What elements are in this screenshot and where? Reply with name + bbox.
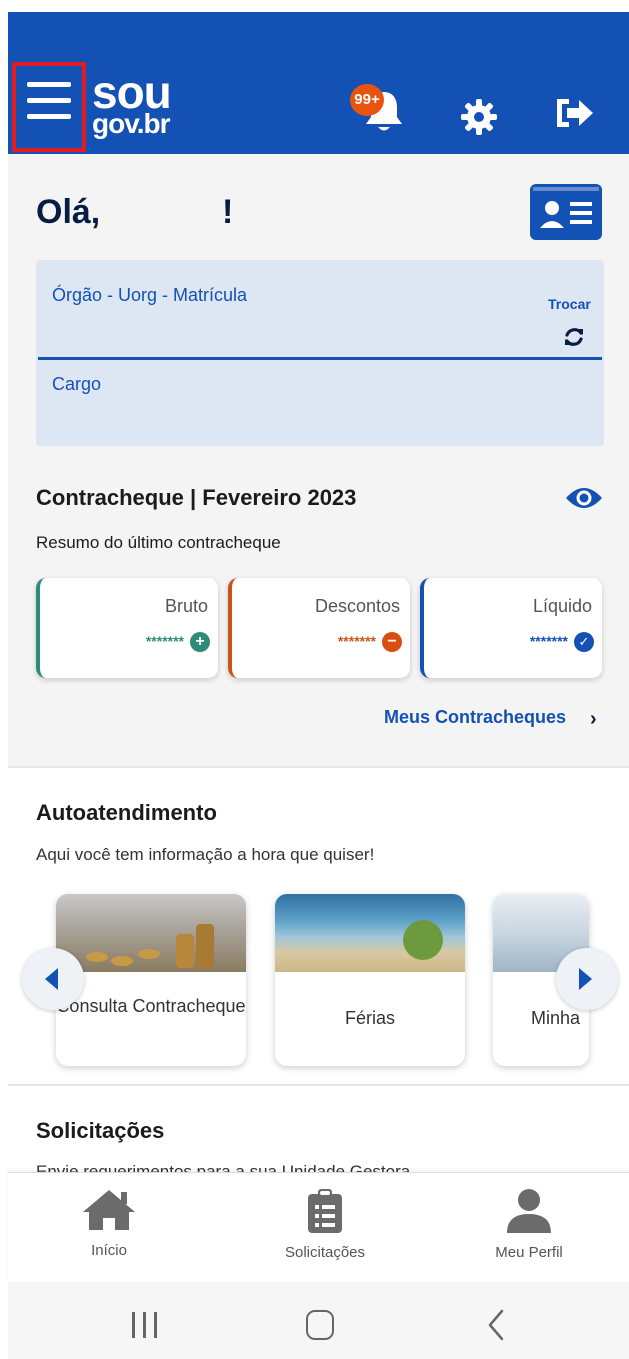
nav-profile-label: Meu Perfil — [495, 1244, 563, 1261]
paycheck-title: Contracheque | Fevereiro 2023 — [36, 485, 357, 510]
sougov-logo: sou gov.br — [92, 66, 172, 139]
hamburger-menu-icon[interactable] — [27, 82, 71, 122]
tile-ferias[interactable]: Férias — [275, 894, 465, 1066]
nav-requests-label: Solicitações — [284, 1244, 366, 1261]
home-button[interactable] — [306, 1310, 334, 1340]
minus-circle-icon: − — [382, 632, 402, 652]
logo-line2: gov.br — [92, 108, 170, 139]
self-service-subtitle: Aqui você tem informação a hora que quis… — [36, 845, 375, 864]
arrow-right-icon — [579, 968, 592, 990]
greeting-exclamation: ! — [222, 193, 234, 231]
deductions-value: ******* — [337, 633, 376, 649]
refresh-icon[interactable] — [562, 325, 586, 349]
my-paychecks-link[interactable]: Meus Contracheques — [384, 707, 566, 728]
org-label: Órgão - Uorg - Matrícula — [52, 285, 248, 305]
logout-icon[interactable] — [553, 95, 597, 131]
gross-value: ******* — [145, 633, 184, 649]
id-card-icon[interactable] — [530, 184, 602, 240]
cargo-label: Cargo — [52, 374, 102, 394]
net-value: ******* — [529, 633, 568, 649]
plus-circle-icon: + — [190, 632, 210, 652]
gear-icon[interactable] — [460, 98, 498, 136]
chevron-right-icon[interactable]: › — [590, 708, 597, 731]
carousel-next-button[interactable] — [556, 948, 618, 1010]
self-service-title: Autoatendimento — [36, 800, 217, 825]
requests-title: Solicitações — [36, 1118, 165, 1143]
net-card[interactable]: Líquido ******* ✓ — [420, 578, 602, 678]
nav-requests[interactable]: Solicitações — [260, 1184, 390, 1274]
arrow-left-icon — [45, 968, 58, 990]
carousel-prev-button[interactable] — [22, 948, 84, 1010]
logo-line1: sou — [92, 66, 172, 118]
greeting-text: Olá, — [36, 193, 101, 231]
nav-profile[interactable]: Meu Perfil — [464, 1184, 594, 1274]
eye-icon[interactable] — [564, 484, 604, 512]
deductions-label: Descontos — [314, 596, 400, 616]
user-icon — [507, 1189, 551, 1233]
notification-badge: 99+ — [350, 84, 384, 116]
section-divider — [8, 766, 629, 768]
nav-home-label: Início — [91, 1242, 127, 1259]
tile-label: Férias — [344, 1008, 395, 1028]
beach-image — [275, 894, 465, 972]
requests-subtitle: Envie requerimentos para a sua Unidade G… — [36, 1162, 411, 1172]
section-divider — [8, 1084, 629, 1086]
deductions-card[interactable]: Descontos ******* − — [228, 578, 410, 678]
clipboard-list-icon — [308, 1189, 342, 1233]
back-button[interactable] — [486, 1308, 506, 1342]
gross-card[interactable]: Bruto ******* + — [36, 578, 218, 678]
switch-link[interactable]: Trocar — [548, 296, 591, 312]
check-circle-icon: ✓ — [574, 632, 594, 652]
home-icon — [83, 1190, 135, 1230]
tile-consulta-contracheque[interactable]: Consulta Contracheque — [56, 894, 246, 1066]
nav-home[interactable]: Início — [44, 1184, 174, 1274]
status-bar — [0, 0, 629, 12]
coins-image — [56, 894, 246, 972]
gross-label: Bruto — [164, 596, 208, 616]
tile-label: Consulta Contracheque — [56, 996, 246, 1016]
tile-label: Minha — [531, 1008, 581, 1028]
paycheck-subtitle: Resumo do último contracheque — [36, 533, 281, 552]
net-label: Líquido — [532, 596, 592, 616]
org-card-divider — [38, 357, 602, 360]
recent-apps-button[interactable] — [130, 1312, 160, 1338]
